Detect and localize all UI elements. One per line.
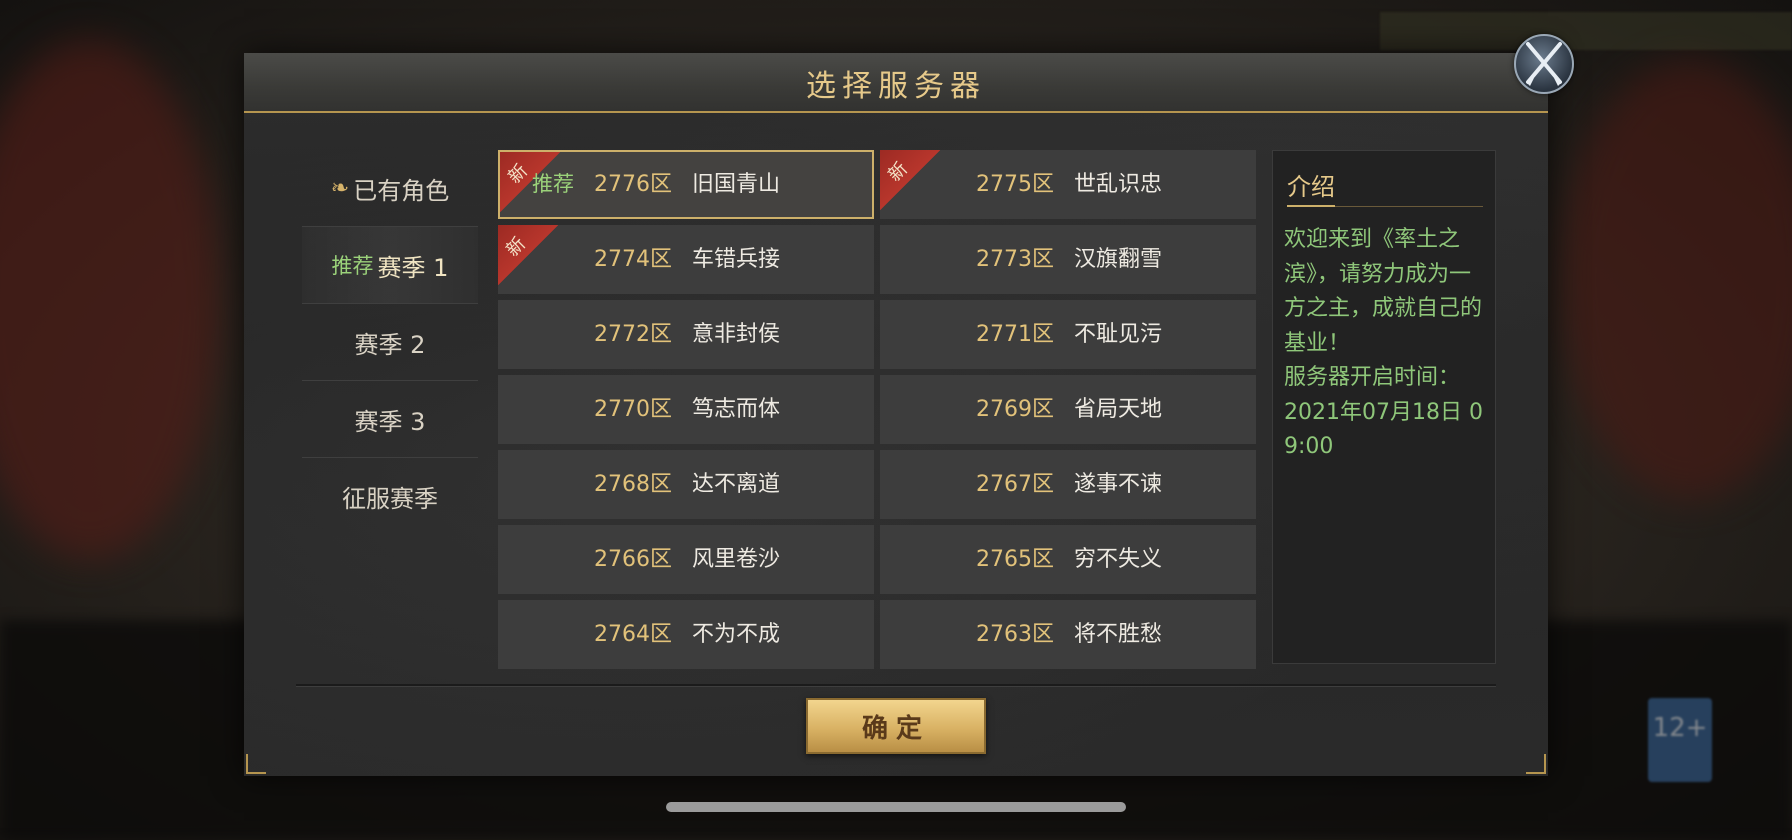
server-name: 车错兵接 (692, 247, 781, 272)
dialog-header: 选择服务器 (244, 53, 1548, 113)
server-cell[interactable]: 2763区 将不胜愁 (880, 600, 1256, 669)
server-name: 笃志而体 (692, 397, 781, 422)
crossed-swords-icon (1526, 42, 1562, 86)
menu-item-1[interactable]: 推荐 赛季 1 (302, 226, 478, 303)
server-cell[interactable]: 2769区 省局天地 (880, 375, 1256, 444)
server-zone: 2767区 (976, 472, 1054, 497)
server-name: 风里卷沙 (692, 547, 781, 572)
server-zone: 2773区 (976, 247, 1054, 272)
menu-item-0[interactable]: ❧ 已有角色 (302, 150, 478, 226)
server-name: 旧国青山 (692, 172, 781, 197)
server-name: 汉旗翻雪 (1074, 247, 1163, 272)
open-time-value: 2021年07月18日 09:00 (1284, 399, 1483, 460)
confirm-label: 确定 (861, 713, 930, 744)
corner-ornament-right (1526, 754, 1546, 774)
server-zone: 2769区 (976, 397, 1054, 422)
server-cell[interactable]: 2766区 风里卷沙 (498, 525, 874, 594)
confirm-button[interactable]: 确定 (806, 698, 986, 754)
intro-panel: 介绍 欢迎来到《率土之滨》，请努力成为一方之主，成就自己的基业！ 服务器开启时间… (1272, 150, 1496, 664)
menu-item-label: 赛季 2 (354, 330, 426, 359)
server-zone: 2768区 (594, 472, 672, 497)
server-cell[interactable]: 2771区 不耻见污 (880, 300, 1256, 369)
background-banner-right (1560, 60, 1792, 500)
new-ribbon: 新 (880, 150, 940, 210)
new-ribbon: 新 (498, 225, 558, 285)
server-zone: 2766区 (594, 547, 672, 572)
server-name: 不耻见污 (1074, 322, 1163, 347)
server-cell[interactable]: 2773区 汉旗翻雪 (880, 225, 1256, 294)
menu-item-label: 已有角色 (353, 176, 450, 205)
corner-ornament-left (246, 754, 266, 774)
new-label: 新 (502, 233, 530, 261)
menu-item-label: 征服赛季 (342, 484, 438, 513)
server-cell[interactable]: 2770区 笃志而体 (498, 375, 874, 444)
server-grid: 新推荐 2776区 旧国青山新 2775区 世乱识忠新 2774区 车错兵接 2773区 汉旗翻… (498, 150, 1256, 669)
server-cell[interactable]: 2764区 不为不成 (498, 600, 874, 669)
server-zone: 2771区 (976, 322, 1054, 347)
server-name: 省局天地 (1074, 397, 1163, 422)
menu-item-4[interactable]: 征服赛季 (302, 457, 478, 534)
new-label: 新 (884, 158, 912, 186)
server-name: 穷不失义 (1074, 547, 1163, 572)
footer-divider (296, 684, 1496, 687)
server-cell[interactable]: 2768区 达不离道 (498, 450, 874, 519)
server-zone: 2770区 (594, 397, 672, 422)
dialog-title: 选择服务器 (806, 69, 986, 104)
home-indicator[interactable] (666, 802, 1126, 812)
recommend-tag: 推荐 (331, 254, 374, 278)
server-zone: 2776区 (594, 172, 672, 197)
open-time-label: 服务器开启时间： (1284, 365, 1461, 390)
menu-item-label: 赛季 1 (377, 253, 449, 282)
server-name: 遂事不谏 (1074, 472, 1163, 497)
menu-item-label: 赛季 3 (354, 407, 426, 436)
season-menu: ❧ 已有角色 推荐 赛季 1 赛季 2 赛季 3 征服赛季 (302, 150, 478, 534)
server-name: 不为不成 (692, 622, 781, 647)
server-zone: 2775区 (976, 172, 1054, 197)
server-name: 达不离道 (692, 472, 781, 497)
intro-welcome-text: 欢迎来到《率土之滨》，请努力成为一方之主，成就自己的基业！ (1284, 227, 1483, 356)
intro-body: 欢迎来到《率土之滨》，请努力成为一方之主，成就自己的基业！ 服务器开启时间： 2… (1284, 223, 1488, 465)
close-button[interactable] (1514, 34, 1574, 94)
background-top-banner (1380, 12, 1792, 50)
server-zone: 2764区 (594, 622, 672, 647)
server-cell[interactable]: 2767区 遂事不谏 (880, 450, 1256, 519)
intro-title: 介绍 (1287, 167, 1483, 207)
server-cell[interactable]: 新推荐 2776区 旧国青山 (498, 150, 874, 219)
server-zone: 2763区 (976, 622, 1054, 647)
menu-item-2[interactable]: 赛季 2 (302, 303, 478, 380)
new-label: 新 (504, 160, 532, 188)
server-cell[interactable]: 2772区 意非封侯 (498, 300, 874, 369)
age-rating-badge: 12+ (1648, 698, 1712, 782)
server-zone: 2774区 (594, 247, 672, 272)
server-name: 将不胜愁 (1074, 622, 1163, 647)
server-name: 世乱识忠 (1074, 172, 1163, 197)
server-name: 意非封侯 (692, 322, 781, 347)
server-zone: 2772区 (594, 322, 672, 347)
server-cell[interactable]: 新 2774区 车错兵接 (498, 225, 874, 294)
server-cell[interactable]: 新 2775区 世乱识忠 (880, 150, 1256, 219)
character-icon: ❧ (330, 175, 350, 201)
menu-item-3[interactable]: 赛季 3 (302, 380, 478, 457)
background-banner-left (0, 40, 220, 560)
recommend-tag: 推荐 (532, 172, 574, 196)
server-zone: 2765区 (976, 547, 1054, 572)
server-cell[interactable]: 2765区 穷不失义 (880, 525, 1256, 594)
